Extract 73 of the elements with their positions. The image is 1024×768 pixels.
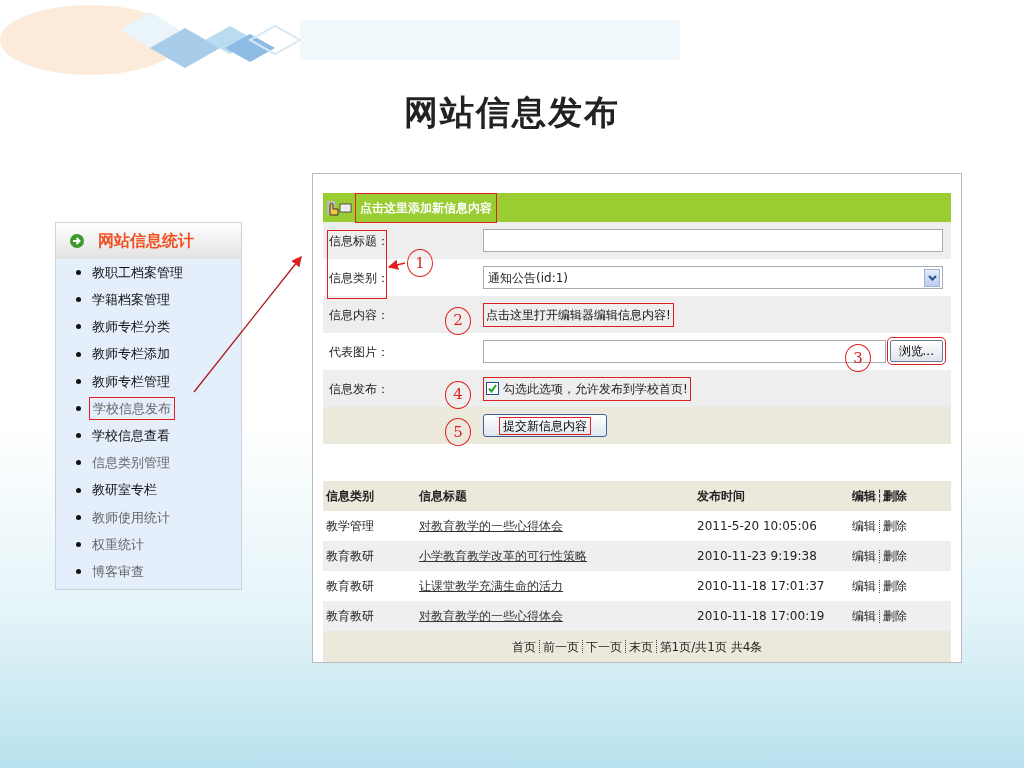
sidebar-item[interactable]: 信息类别管理 [89,452,173,474]
sidebar-item[interactable]: 权重统计 [89,533,147,556]
edit-link[interactable]: 编辑 [852,607,876,625]
field-label: 信息类别： [328,269,389,287]
bullet-icon [76,270,81,276]
edit-link[interactable]: 编辑 [852,577,876,595]
page-link[interactable]: 前一页 [542,637,579,656]
hand-icon [326,198,352,217]
sidebar-item[interactable]: 教研室专栏 [89,479,160,501]
sidebar-item[interactable]: 博客审查 [89,560,147,583]
column-header: 信息标题 [419,488,468,505]
bullet-icon [76,460,81,466]
page-link[interactable]: 下一页 [585,637,622,656]
table-cell-text: 教育教研 [326,578,375,595]
bullet-icon [76,569,81,575]
pointer-arrow [387,259,406,270]
editor-link[interactable]: 点击这里打开编辑器编辑信息内容! [483,302,674,327]
slide-title: 网站信息发布 [404,92,620,133]
field-label: 代表图片： [328,343,389,361]
title-link[interactable]: 对教育教学的一些心得体会 [419,609,563,623]
sidebar-item[interactable]: 教师使用统计 [89,506,173,529]
chevron-down-icon [927,274,937,281]
sidebar-item[interactable]: 教师专栏分类 [89,316,173,338]
sidebar-item[interactable]: 教师专栏管理 [89,370,173,393]
edit-link[interactable]: 编辑 [852,517,876,535]
column-header: 信息类别 [326,488,375,505]
delete-link[interactable]: 删除 [883,607,907,625]
sidebar-item[interactable]: 学籍档案管理 [89,289,173,311]
sidebar-item[interactable]: 学校信息查看 [89,424,173,447]
checkbox[interactable] [486,382,499,395]
sidebar-item[interactable]: 教师专栏添加 [89,343,173,365]
field-label: 信息标题： [328,232,389,250]
bullet-icon [76,324,81,330]
table-cell-text: 2011-5-20 10:05:06 [697,518,818,535]
column-header: 编辑┆删除 [852,488,909,505]
page-link[interactable]: 末页 [628,637,653,656]
delete-link[interactable]: 删除 [883,577,907,595]
bullet-icon [76,433,81,439]
edit-link[interactable]: 编辑 [852,547,876,565]
table-cell-text: 2010-11-23 9:19:38 [697,548,818,565]
bullet-icon [76,541,81,547]
arrow-circle-icon [70,234,84,248]
sidebar-title: 网站信息统计 [98,230,194,252]
bullet-icon [76,406,81,412]
table-cell-text: 教育教研 [326,608,375,625]
text-input[interactable] [483,229,943,252]
bullet-icon [76,487,81,493]
bullet-icon [76,297,81,303]
submit-button[interactable]: 提交新信息内容 [483,414,607,437]
title-link[interactable]: 小学教育教学改革的可行性策略 [419,549,587,563]
sidebar-item[interactable]: 学校信息发布 [89,396,175,421]
column-header: 发布时间 [697,488,746,505]
title-link[interactable]: 对教育教学的一些心得体会 [419,519,563,533]
table-cell-text: 2010-11-18 17:01:37 [697,578,826,595]
bullet-icon [76,514,81,520]
annotation-box [327,230,387,299]
table-cell-text: 教学管理 [326,518,375,535]
browse-button[interactable]: 浏览... [889,340,943,362]
table-cell-text: 教育教研 [326,548,375,565]
field-label: 信息内容： [328,306,389,324]
checkbox-label: 勾选此选项，允许发布到学校首页! [503,380,688,398]
page-link[interactable]: 首页 [511,637,536,656]
field-label: 信息发布： [328,380,389,398]
sidebar-item[interactable]: 教职工档案管理 [89,261,186,284]
bullet-icon [76,351,81,357]
delete-link[interactable]: 删除 [883,517,907,535]
table-cell-text: 2010-11-18 17:00:19 [697,608,826,625]
title-link[interactable]: 让课堂教学充满生命的活力 [419,579,563,593]
delete-link[interactable]: 删除 [883,547,907,565]
page-info: 第1页/共1页 共4条 [659,638,763,656]
bullet-icon [76,378,81,384]
select-field[interactable]: 通知公告(id:1) [483,266,943,289]
file-path-input[interactable] [483,340,886,363]
